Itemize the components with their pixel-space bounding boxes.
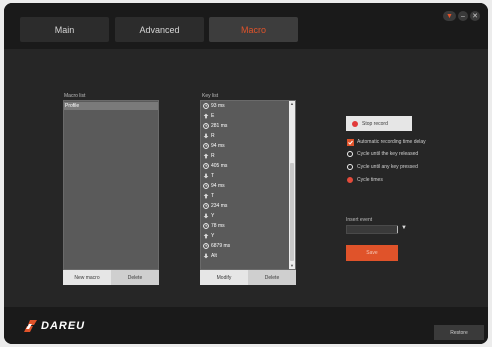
scroll-up-icon[interactable]: ▲: [289, 101, 295, 107]
key-list-item-text: E: [211, 113, 215, 119]
timer-icon: [203, 243, 209, 249]
key-list-item-text: R: [211, 153, 215, 159]
stop-record-label: Stop record: [362, 120, 388, 127]
key-list-item-text: T: [211, 193, 215, 199]
key-list-item[interactable]: Y: [203, 212, 214, 220]
footer: DAREU Restore: [4, 307, 488, 344]
timer-icon: [203, 183, 209, 189]
radio-cycle-times[interactable]: Cycle times: [347, 176, 383, 184]
key-list-item-text: 6879 ms: [211, 243, 231, 249]
key-up-icon: [203, 193, 209, 199]
key-list-item-text: 281 ms: [211, 123, 228, 129]
key-down-icon: [203, 213, 209, 219]
macro-list-label: Macro list: [64, 93, 86, 99]
key-list-item-text: 234 ms: [211, 203, 228, 209]
macro-list[interactable]: Profile: [63, 100, 159, 270]
close-icon: ✕: [472, 13, 478, 20]
top-bar: Main Advanced Macro ▼ – ✕: [4, 3, 488, 49]
timer-icon: [203, 103, 209, 109]
macro-panel: Macro list Profile New macro Delete Key …: [4, 49, 488, 307]
key-up-icon: [203, 113, 209, 119]
key-down-icon: [203, 253, 209, 259]
key-up-icon: [203, 233, 209, 239]
key-list-item[interactable]: 234 ms: [203, 202, 227, 210]
scroll-down-icon[interactable]: ▼: [289, 263, 295, 269]
auto-delay-label: Automatic recording time delay: [357, 139, 426, 145]
key-list-item[interactable]: Y: [203, 232, 214, 240]
app-frame: Main Advanced Macro ▼ – ✕ Macro list Pro…: [0, 0, 492, 347]
dropdown-button[interactable]: ▼: [443, 11, 456, 21]
radio-label: Cycle until any key pressed: [357, 164, 418, 170]
key-down-icon: [203, 133, 209, 139]
brand-logo: DAREU: [24, 320, 85, 332]
insert-event-select[interactable]: ▼: [346, 225, 407, 234]
key-list-label: Key list: [202, 93, 219, 99]
key-list-item-text: 93 ms: [211, 103, 225, 109]
key-list-item[interactable]: 94 ms: [203, 182, 225, 190]
key-list-item[interactable]: E: [203, 112, 214, 120]
timer-icon: [203, 123, 209, 129]
delete-key-button[interactable]: Delete: [248, 270, 296, 285]
brand-name: DAREU: [41, 320, 86, 332]
key-list-item-text: T: [211, 173, 215, 179]
key-list-item-text: 94 ms: [211, 183, 225, 189]
save-button[interactable]: Save: [346, 245, 398, 261]
key-list-item-text: Alt: [211, 253, 217, 259]
stop-record-button[interactable]: Stop record: [346, 116, 412, 131]
record-dot-icon: [352, 120, 358, 127]
restore-button[interactable]: Restore: [434, 325, 484, 340]
timer-icon: [203, 203, 209, 209]
radio-selected-icon: [347, 177, 353, 183]
radio-label: Cycle times: [357, 177, 383, 183]
key-list-item[interactable]: 94 ms: [203, 142, 225, 150]
chevron-down-icon[interactable]: ▼: [401, 225, 407, 231]
scroll-thumb[interactable]: [290, 163, 294, 261]
auto-delay-checkbox[interactable]: Automatic recording time delay: [347, 138, 426, 146]
key-list-item[interactable]: R: [203, 152, 215, 160]
key-list-item-text: Y: [211, 233, 215, 239]
key-list-item[interactable]: R: [203, 132, 215, 140]
radio-cycle-until-pressed[interactable]: Cycle until any key pressed: [347, 163, 418, 171]
select-divider: [397, 226, 398, 233]
tab-macro[interactable]: Macro: [209, 17, 298, 42]
key-list[interactable]: 93 ms E 281 ms R 94 ms R 405 ms T 94 ms T 234 ms Y 7…: [200, 100, 296, 270]
delete-macro-button[interactable]: Delete: [111, 270, 159, 285]
key-list-item[interactable]: 405 ms: [203, 162, 227, 170]
checkmark-icon: [347, 138, 354, 146]
tab-main[interactable]: Main: [20, 17, 109, 42]
radio-label: Cycle until the key released: [357, 151, 419, 157]
key-list-item[interactable]: Alt: [203, 252, 217, 260]
key-down-icon: [203, 173, 209, 179]
insert-event-label: Insert event: [346, 217, 373, 223]
key-list-item-text: 405 ms: [211, 163, 228, 169]
key-up-icon: [203, 153, 209, 159]
key-list-item[interactable]: 281 ms: [203, 122, 227, 130]
new-macro-button[interactable]: New macro: [63, 270, 111, 285]
key-list-item-text: R: [211, 133, 215, 139]
app-window: Main Advanced Macro ▼ – ✕ Macro list Pro…: [4, 3, 488, 344]
key-list-item-text: Y: [211, 213, 215, 219]
timer-icon: [203, 163, 209, 169]
tab-advanced[interactable]: Advanced: [115, 17, 204, 42]
chevron-down-icon: ▼: [446, 12, 453, 20]
radio-icon: [347, 151, 353, 157]
key-list-item[interactable]: 93 ms: [203, 102, 225, 110]
close-button[interactable]: ✕: [470, 11, 480, 21]
key-list-item[interactable]: 6879 ms: [203, 242, 230, 250]
radio-cycle-until-released[interactable]: Cycle until the key released: [347, 150, 418, 158]
key-list-item-text: 78 ms: [211, 223, 225, 229]
key-list-item[interactable]: T: [203, 192, 214, 200]
macro-list-item[interactable]: Profile: [64, 102, 158, 110]
key-list-item[interactable]: 78 ms: [203, 222, 225, 230]
minimize-icon: –: [461, 12, 465, 20]
key-list-item-text: 94 ms: [211, 143, 225, 149]
minimize-button[interactable]: –: [458, 11, 468, 21]
timer-icon: [203, 143, 209, 149]
key-list-item[interactable]: T: [203, 172, 214, 180]
key-list-scrollbar[interactable]: ▲ ▼: [289, 101, 295, 269]
modify-button[interactable]: Modify: [200, 270, 248, 285]
radio-icon: [347, 164, 353, 170]
dareu-logo-icon: [24, 320, 37, 332]
timer-icon: [203, 223, 209, 229]
